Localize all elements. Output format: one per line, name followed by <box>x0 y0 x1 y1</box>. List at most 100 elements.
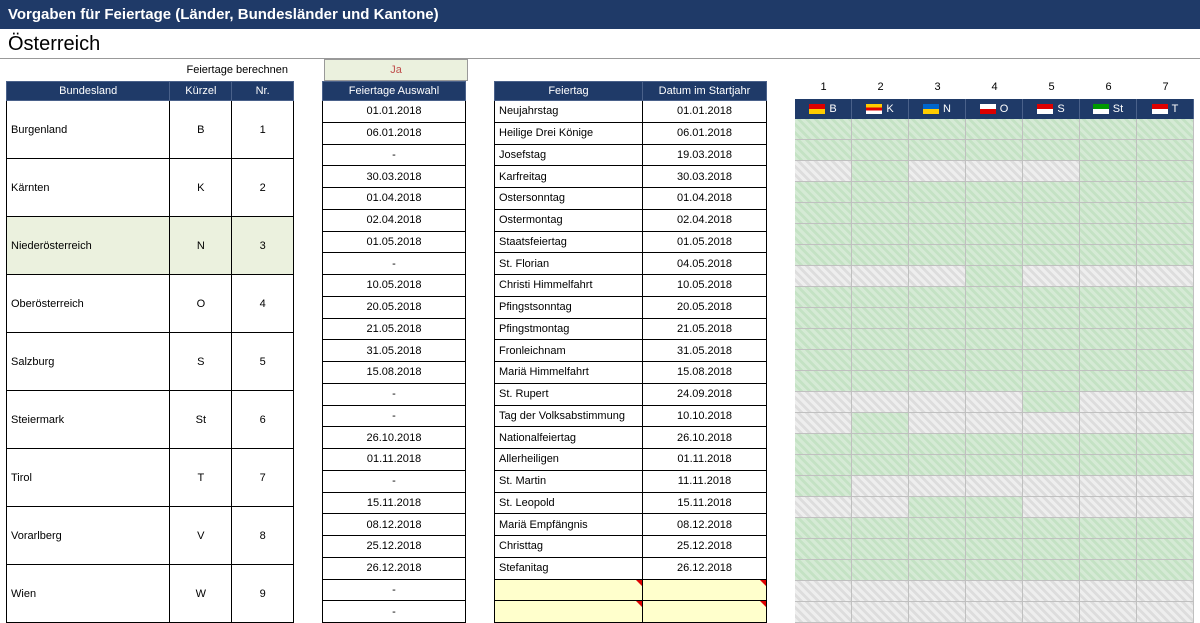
grid-cell[interactable] <box>795 140 852 161</box>
grid-cell[interactable] <box>909 560 966 581</box>
grid-cell[interactable] <box>1023 182 1080 203</box>
auswahl-cell[interactable]: 10.05.2018 <box>323 275 466 297</box>
grid-cell[interactable] <box>966 392 1023 413</box>
grid-cell[interactable] <box>1080 308 1137 329</box>
grid-cell[interactable] <box>795 161 852 182</box>
grid-flag-header[interactable]: S <box>1023 99 1080 119</box>
grid-cell[interactable] <box>1023 434 1080 455</box>
feiertag-row[interactable]: Fronleichnam31.05.2018 <box>495 340 767 362</box>
grid-cell[interactable] <box>1023 581 1080 602</box>
grid-cell[interactable] <box>909 350 966 371</box>
grid-cell[interactable] <box>1023 392 1080 413</box>
feiertag-row[interactable]: Mariä Himmelfahrt15.08.2018 <box>495 362 767 384</box>
grid-cell[interactable] <box>966 308 1023 329</box>
bund-row[interactable]: SteiermarkSt6 <box>7 391 294 449</box>
grid-cell[interactable] <box>909 203 966 224</box>
grid-flag-header[interactable]: B <box>795 99 852 119</box>
grid-cell[interactable] <box>795 497 852 518</box>
grid-cell[interactable] <box>1080 497 1137 518</box>
grid-cell[interactable] <box>1137 161 1194 182</box>
grid-cell[interactable] <box>852 434 909 455</box>
grid-cell[interactable] <box>795 245 852 266</box>
feiertag-row[interactable]: Christtag25.12.2018 <box>495 536 767 558</box>
auswahl-cell[interactable]: 01.01.2018 <box>323 101 466 123</box>
grid-cell[interactable] <box>1080 287 1137 308</box>
auswahl-cell[interactable]: 01.04.2018 <box>323 188 466 210</box>
grid-cell[interactable] <box>909 581 966 602</box>
grid-cell[interactable] <box>966 161 1023 182</box>
grid-cell[interactable] <box>795 560 852 581</box>
auswahl-cell[interactable]: 06.01.2018 <box>323 122 466 144</box>
feiertag-row[interactable]: Christi Himmelfahrt10.05.2018 <box>495 275 767 297</box>
grid-cell[interactable] <box>795 392 852 413</box>
grid-cell[interactable] <box>1137 434 1194 455</box>
grid-cell[interactable] <box>909 392 966 413</box>
grid-cell[interactable] <box>852 392 909 413</box>
grid-cell[interactable] <box>909 434 966 455</box>
grid-cell[interactable] <box>1080 329 1137 350</box>
bund-row[interactable]: VorarlbergV8 <box>7 507 294 565</box>
grid-cell[interactable] <box>1080 182 1137 203</box>
grid-cell[interactable] <box>909 476 966 497</box>
grid-cell[interactable] <box>1080 434 1137 455</box>
grid-cell[interactable] <box>909 497 966 518</box>
grid-cell[interactable] <box>1080 476 1137 497</box>
auswahl-cell[interactable]: 02.04.2018 <box>323 209 466 231</box>
grid-cell[interactable] <box>1137 371 1194 392</box>
grid-cell[interactable] <box>1080 224 1137 245</box>
grid-cell[interactable] <box>909 140 966 161</box>
grid-cell[interactable] <box>852 119 909 140</box>
grid-cell[interactable] <box>909 266 966 287</box>
bund-row[interactable]: SalzburgS5 <box>7 333 294 391</box>
grid-cell[interactable] <box>1137 203 1194 224</box>
grid-cell[interactable] <box>1137 329 1194 350</box>
grid-cell[interactable] <box>966 203 1023 224</box>
grid-cell[interactable] <box>795 308 852 329</box>
grid-cell[interactable] <box>966 581 1023 602</box>
grid-cell[interactable] <box>795 371 852 392</box>
grid-cell[interactable] <box>909 602 966 623</box>
auswahl-cell[interactable]: - <box>323 470 466 492</box>
grid-cell[interactable] <box>1080 455 1137 476</box>
grid-cell[interactable] <box>966 497 1023 518</box>
grid-cell[interactable] <box>1137 245 1194 266</box>
grid-cell[interactable] <box>852 224 909 245</box>
feiertag-row[interactable]: Heilige Drei Könige06.01.2018 <box>495 122 767 144</box>
bund-row[interactable]: KärntenK2 <box>7 159 294 217</box>
grid-cell[interactable] <box>1023 287 1080 308</box>
grid-cell[interactable] <box>1023 161 1080 182</box>
grid-cell[interactable] <box>852 203 909 224</box>
grid-flag-header[interactable]: O <box>966 99 1023 119</box>
grid-cell[interactable] <box>1137 392 1194 413</box>
feiertag-row[interactable]: Josefstag19.03.2018 <box>495 144 767 166</box>
grid-cell[interactable] <box>1023 518 1080 539</box>
grid-cell[interactable] <box>966 371 1023 392</box>
grid-cell[interactable] <box>1137 476 1194 497</box>
grid-cell[interactable] <box>966 224 1023 245</box>
feiertag-row[interactable]: Mariä Empfängnis08.12.2018 <box>495 514 767 536</box>
grid-flag-header[interactable]: K <box>852 99 909 119</box>
auswahl-cell[interactable]: - <box>323 383 466 405</box>
grid-cell[interactable] <box>909 119 966 140</box>
grid-cell[interactable] <box>1023 224 1080 245</box>
grid-cell[interactable] <box>1023 455 1080 476</box>
grid-cell[interactable] <box>852 350 909 371</box>
grid-cell[interactable] <box>909 371 966 392</box>
grid-cell[interactable] <box>795 434 852 455</box>
grid-cell[interactable] <box>795 455 852 476</box>
auswahl-cell[interactable]: - <box>323 253 466 275</box>
feiertag-row[interactable]: Ostermontag02.04.2018 <box>495 209 767 231</box>
feiertag-row[interactable]: Karfreitag30.03.2018 <box>495 166 767 188</box>
grid-cell[interactable] <box>1080 245 1137 266</box>
grid-cell[interactable] <box>1023 413 1080 434</box>
grid-cell[interactable] <box>909 539 966 560</box>
grid-cell[interactable] <box>966 413 1023 434</box>
grid-cell[interactable] <box>966 602 1023 623</box>
grid-cell[interactable] <box>1137 581 1194 602</box>
grid-cell[interactable] <box>1080 350 1137 371</box>
auswahl-cell[interactable]: - <box>323 144 466 166</box>
auswahl-cell[interactable]: 25.12.2018 <box>323 536 466 558</box>
grid-cell[interactable] <box>795 224 852 245</box>
feiertag-row[interactable]: Pfingstsonntag20.05.2018 <box>495 296 767 318</box>
grid-cell[interactable] <box>909 413 966 434</box>
